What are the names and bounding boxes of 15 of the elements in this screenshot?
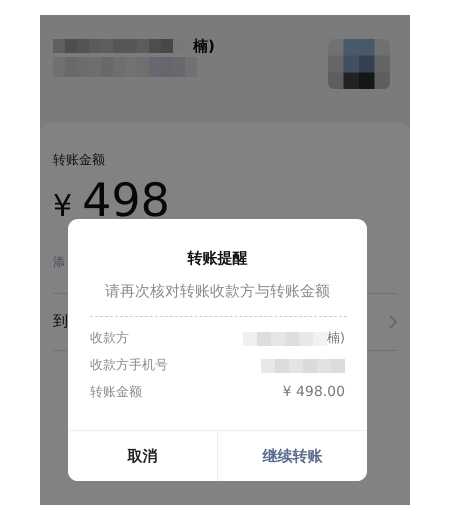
note-text: 添 [53,254,65,268]
amount-value: 498 [82,176,170,222]
dialog-message: 请再次核对转账收款方与转账金额 [104,280,331,302]
recipient-name: 楠) [193,39,215,53]
field-value: 楠) [326,330,345,348]
dialog-title: 转账提醒 [186,248,248,269]
amount-label: 转账金额 [53,152,106,170]
continue-button[interactable]: 继续转账 [217,431,367,481]
field-label: 收款方 [90,330,129,348]
row-label: 到 [53,311,68,332]
currency-symbol: ¥ [53,192,72,222]
field-label: 收款方手机号 [90,356,168,375]
chevron-right-icon [389,314,397,328]
field-value: ¥ 498.00 [282,383,345,402]
field-label: 转账金额 [90,384,142,402]
